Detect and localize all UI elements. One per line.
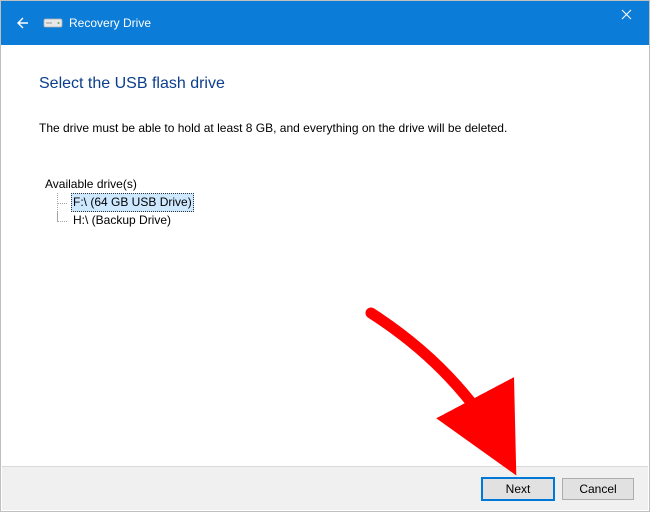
window-title: Recovery Drive: [69, 16, 151, 30]
drive-item[interactable]: F:\ (64 GB USB Drive): [51, 193, 611, 212]
close-button[interactable]: [603, 1, 649, 27]
page-heading: Select the USB flash drive: [39, 75, 611, 93]
instruction-text: The drive must be able to hold at least …: [39, 121, 611, 135]
cancel-button[interactable]: Cancel: [562, 478, 634, 500]
wizard-content: Select the USB flash drive The drive mus…: [1, 45, 649, 229]
drive-label: F:\ (64 GB USB Drive): [71, 193, 194, 212]
annotation-arrow-icon: [351, 301, 551, 491]
next-button[interactable]: Next: [482, 478, 554, 500]
titlebar: Recovery Drive: [1, 1, 649, 45]
drive-label: H:\ (Backup Drive): [71, 212, 173, 229]
available-drives-label: Available drive(s): [45, 177, 611, 191]
drive-icon: [43, 15, 63, 31]
back-arrow-icon: [14, 15, 30, 31]
drive-tree: F:\ (64 GB USB Drive) H:\ (Backup Drive): [51, 193, 611, 229]
back-button[interactable]: [9, 10, 35, 36]
button-bar: Next Cancel: [2, 466, 648, 510]
drive-item[interactable]: H:\ (Backup Drive): [51, 212, 611, 229]
close-icon: [621, 9, 632, 20]
